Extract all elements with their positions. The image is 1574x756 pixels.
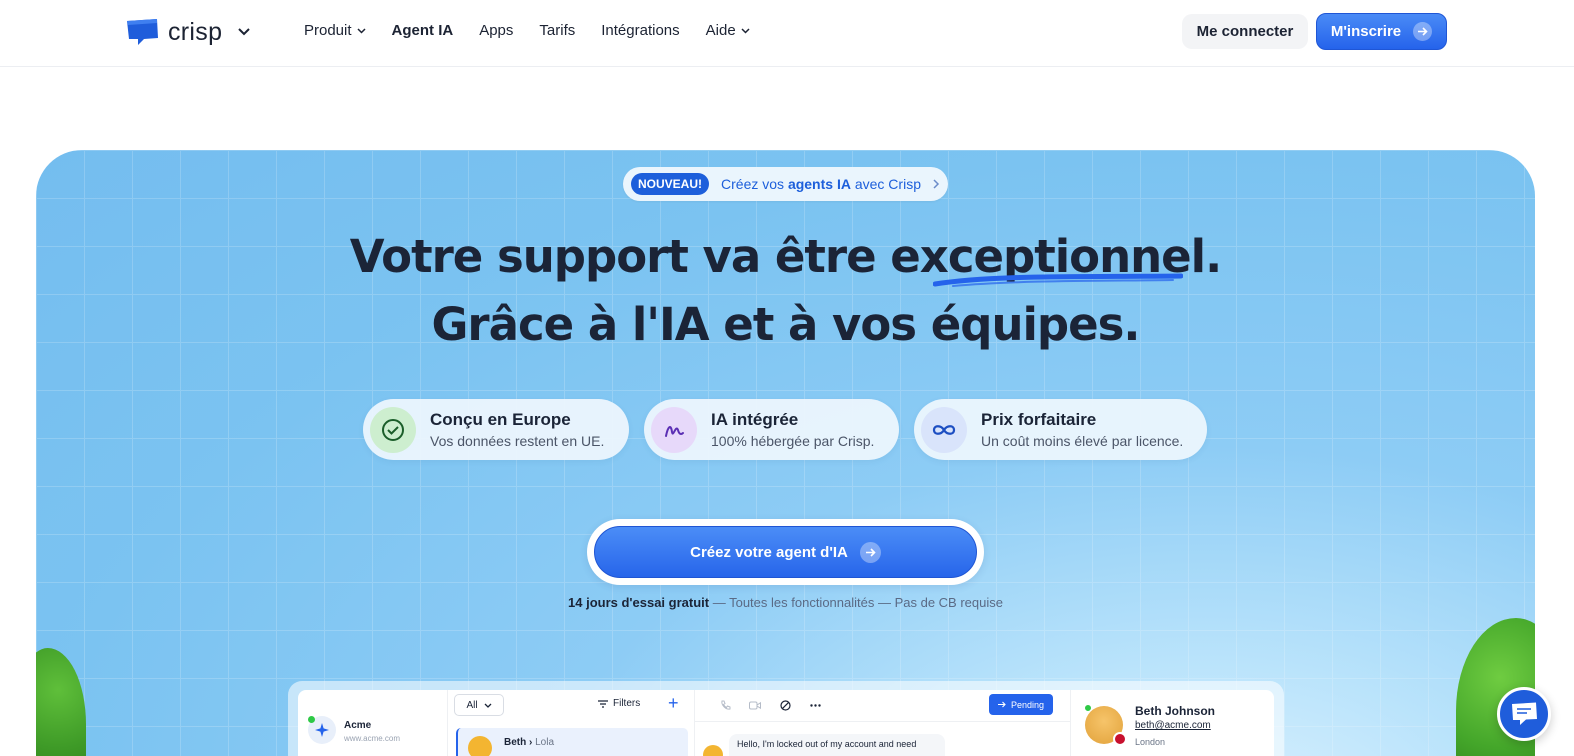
signup-label: M'inscrire (1330, 23, 1402, 40)
app-window: Acme www.acme.com All Filters + Beth › L… (298, 690, 1274, 756)
crisp-logo[interactable]: crisp (124, 17, 251, 47)
filter-select-value: All (466, 699, 478, 711)
nav-label: Agent IA (391, 22, 454, 39)
feature-title: IA intégrée (711, 410, 799, 429)
chat-launcher-button[interactable] (1497, 687, 1551, 741)
scribble-icon (651, 406, 697, 453)
arrow-right-icon (859, 541, 881, 563)
app-preview: Acme www.acme.com All Filters + Beth › L… (288, 681, 1284, 756)
feature-europe: Conçu en Europe Vos données restent en U… (363, 399, 629, 460)
feature-subtitle: 100% hébergée par Crisp. (711, 433, 875, 449)
nav-label: Apps (479, 22, 514, 39)
avatar (703, 745, 723, 756)
toolbar-divider (695, 721, 1071, 722)
headline-line-2: Grâce à l'IA et à vos équipes. (431, 298, 1140, 351)
workspace-url: www.acme.com (344, 734, 401, 743)
phone-icon[interactable] (719, 699, 731, 711)
feature-title: Prix forfaitaire (981, 410, 1097, 429)
chat-toolbar (719, 699, 821, 711)
nav-label: Aide (705, 22, 736, 39)
filter-lines-icon (598, 699, 608, 708)
nav-label: Tarifs (539, 22, 576, 39)
chat-bubble-icon (1512, 702, 1537, 725)
feature-subtitle: Vos données restent en UE. (430, 433, 605, 449)
nav-agent-ia[interactable]: Agent IA (392, 22, 454, 39)
announcement-text: Créez vos agents IA avec Crisp (721, 176, 921, 192)
workspace-column: Acme www.acme.com (298, 690, 448, 756)
profile-email[interactable]: beth@acme.com (1135, 720, 1211, 731)
nav-produit[interactable]: Produit (304, 22, 366, 39)
workspace-name: Acme (344, 720, 372, 731)
chevron-down-icon (741, 27, 750, 34)
announcement-badge[interactable]: NOUVEAU! Créez vos agents IA avec Crisp (623, 167, 948, 201)
filter-select[interactable]: All (454, 694, 504, 716)
crisp-chat-bubble-icon (124, 17, 160, 47)
check-circle-icon (370, 406, 416, 453)
online-status-dot (308, 716, 315, 723)
brush-underline (933, 273, 1183, 287)
conversation-participants: Beth › Lola (504, 737, 555, 748)
headline-line-1: Votre support va être exceptionnel. (349, 230, 1222, 283)
filters-label: Filters (613, 698, 641, 709)
create-agent-button[interactable]: Créez votre agent d'IA (594, 526, 977, 578)
uk-flag-icon (1113, 732, 1127, 746)
add-conversation-icon[interactable]: + (668, 693, 679, 714)
chat-column: Pending Hello, I'm locked out of my acco… (695, 690, 1071, 756)
cta-label: Créez votre agent d'IA (690, 543, 848, 561)
filters-button[interactable]: Filters (598, 698, 640, 709)
online-status-dot (1084, 704, 1092, 712)
nav-integrations[interactable]: Intégrations (601, 22, 679, 39)
nav-label: Produit (304, 22, 352, 39)
feature-pricing: Prix forfaitaire Un coût moins élevé par… (914, 399, 1207, 460)
pending-button[interactable]: Pending (989, 694, 1053, 715)
nav-apps[interactable]: Apps (479, 22, 513, 39)
pending-label: Pending (1010, 699, 1045, 710)
video-icon[interactable] (749, 699, 761, 711)
more-options-icon[interactable] (809, 699, 821, 711)
login-button[interactable]: Me connecter (1182, 14, 1308, 49)
chat-message: Hello, I'm locked out of my account and … (729, 734, 945, 756)
arrow-right-icon (1413, 22, 1433, 41)
profile-name: Beth Johnson (1135, 704, 1215, 718)
chevron-right-icon (933, 179, 940, 189)
feature-ai: IA intégrée 100% hébergée par Crisp. (644, 399, 899, 460)
profile-column: Beth Johnson beth@acme.com London (1071, 690, 1274, 756)
hero-section: NOUVEAU! Créez vos agents IA avec Crisp … (36, 150, 1535, 756)
nav-aide[interactable]: Aide (706, 22, 750, 39)
chevron-down-icon[interactable] (238, 28, 251, 36)
avatar (468, 736, 492, 756)
feature-title: Conçu en Europe (430, 410, 571, 429)
nav-label: Intégrations (601, 22, 680, 39)
chevron-down-icon (357, 27, 366, 34)
cta-wrapper: Créez votre agent d'IA (587, 519, 984, 585)
conversation-item[interactable]: Beth › Lola (456, 728, 688, 756)
new-tag: NOUVEAU! (631, 173, 710, 195)
feature-subtitle: Un coût moins élevé par licence. (981, 433, 1184, 449)
inbox-column: All Filters + Beth › Lola (448, 690, 695, 756)
profile-city: London (1135, 737, 1166, 747)
trial-note: 14 jours d'essai gratuit — Toutes les fo… (568, 595, 1003, 610)
brand-name: crisp (168, 17, 223, 46)
chevron-down-icon (484, 703, 492, 708)
block-icon[interactable] (779, 699, 791, 711)
infinity-icon (921, 406, 967, 453)
signup-button[interactable]: M'inscrire (1316, 13, 1447, 50)
nav-tarifs[interactable]: Tarifs (539, 22, 575, 39)
site-header: crisp Produit Agent IA Apps Tarifs Intég… (0, 0, 1574, 67)
main-nav: Produit Agent IA Apps Tarifs Intégration… (304, 22, 750, 39)
arrow-right-icon (997, 701, 1006, 708)
